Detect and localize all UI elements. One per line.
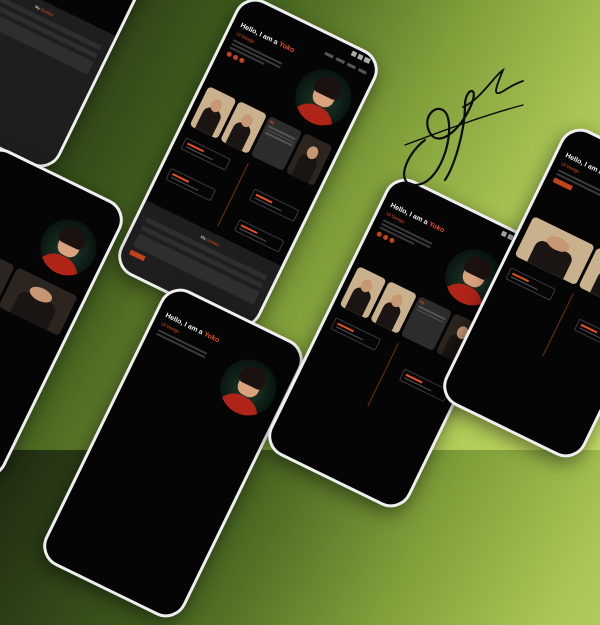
signal-icon bbox=[350, 50, 371, 64]
phone-mockup-1: My Contact bbox=[0, 0, 186, 175]
phone-notch bbox=[27, 165, 86, 201]
phone-notch bbox=[432, 195, 491, 231]
portrait-avatar bbox=[30, 209, 106, 285]
timeline-axis bbox=[367, 343, 399, 407]
nav-brand[interactable] bbox=[244, 11, 248, 18]
social-dot-icon[interactable] bbox=[382, 234, 389, 241]
timeline-entry bbox=[248, 188, 300, 223]
signature-icon bbox=[403, 67, 524, 187]
social-dot-icon[interactable] bbox=[238, 57, 246, 64]
timeline-entry bbox=[573, 318, 600, 353]
social-dot-icon[interactable] bbox=[388, 237, 396, 244]
portrait-avatar bbox=[285, 59, 361, 135]
social-dot-icon[interactable] bbox=[225, 50, 233, 58]
showcase-stage: My Contact Hello, I am a Yoko UI Design bbox=[0, 0, 600, 625]
timeline-entry bbox=[398, 368, 450, 403]
timeline-axis bbox=[217, 163, 249, 227]
contact-section: My Contact bbox=[0, 0, 116, 171]
social-dot-icon[interactable] bbox=[375, 230, 383, 238]
portrait-avatar bbox=[210, 349, 286, 425]
timeline-entry bbox=[165, 167, 217, 202]
phone-mockup-4: Hello, I am a Yoko UI Design bbox=[35, 281, 311, 625]
social-dot-icon[interactable] bbox=[232, 54, 239, 61]
timeline-axis bbox=[542, 293, 574, 357]
